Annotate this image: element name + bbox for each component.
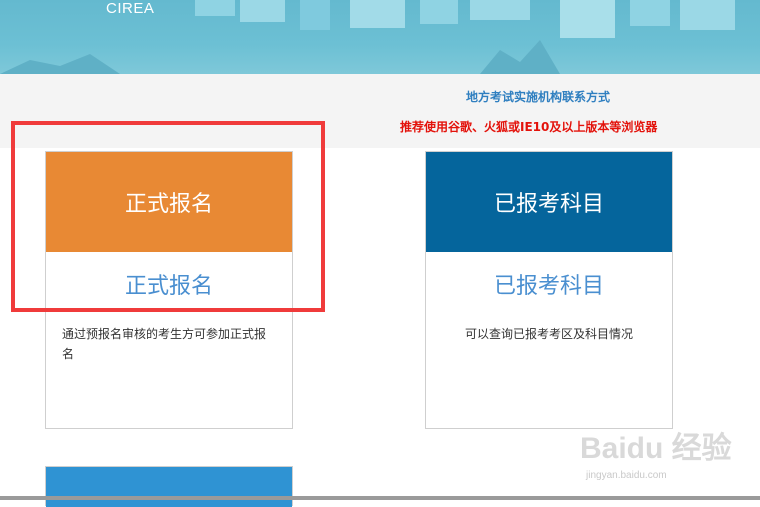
- registered-subjects-button[interactable]: 已报考科目: [426, 152, 672, 252]
- watermark-url: jingyan.baidu.com: [586, 470, 667, 481]
- bottom-divider: [0, 496, 760, 500]
- formal-registration-description: 通过预报名审核的考生方可参加正式报名: [62, 327, 267, 361]
- formal-registration-button[interactable]: 正式报名: [46, 152, 292, 252]
- cirea-logo-text: CIREA: [106, 0, 155, 17]
- third-card-header[interactable]: [46, 467, 292, 507]
- contact-info-link[interactable]: 地方考试实施机构联系方式: [466, 88, 610, 105]
- registered-subjects-link[interactable]: 已报考科目: [426, 268, 672, 300]
- registered-subjects-card[interactable]: 已报考科目 已报考科目 可以查询已报考考区及科目情况: [425, 151, 673, 429]
- formal-registration-link[interactable]: 正式报名: [46, 268, 292, 300]
- watermark-text: Baidu 经验: [580, 431, 732, 465]
- registered-subjects-description: 可以查询已报考考区及科目情况: [464, 327, 633, 341]
- browser-recommendation: 推荐使用谷歌、火狐或IE10及以上版本等浏览器: [400, 120, 658, 134]
- formal-registration-card[interactable]: 正式报名 正式报名 通过预报名审核的考生方可参加正式报名: [45, 151, 293, 429]
- header-banner: CIREA: [0, 0, 760, 74]
- notice-strip: [0, 74, 760, 148]
- third-card[interactable]: [45, 466, 293, 507]
